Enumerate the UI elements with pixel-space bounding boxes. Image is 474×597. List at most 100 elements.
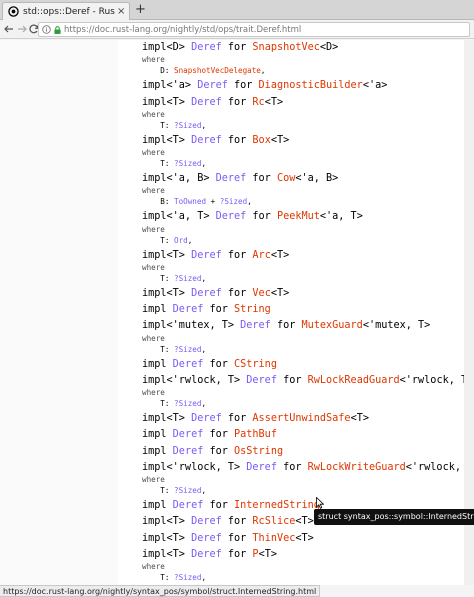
bound-link[interactable]: ?Sized (174, 399, 201, 408)
code-text: impl<T> (142, 96, 192, 108)
forward-arrow-icon[interactable] (16, 23, 28, 35)
code-text: impl (142, 445, 173, 457)
code-text: <T> (350, 413, 369, 425)
type-link[interactable]: Box (252, 135, 270, 146)
trait-link[interactable]: Deref (173, 500, 204, 511)
code-text: impl<'a> (142, 80, 198, 92)
where-clause: where (142, 334, 165, 343)
type-link[interactable]: String (234, 304, 271, 315)
page-viewport: impl<D> Deref for SnapshotVec<D> where D:… (0, 40, 474, 585)
bound-link[interactable]: ToOwned (174, 197, 206, 206)
impl-line: impl Deref for InternedString (142, 500, 320, 511)
bound-link[interactable]: ?Sized (174, 159, 201, 168)
code-text: for (221, 532, 253, 544)
type-link[interactable]: Vec (252, 288, 270, 299)
type-link[interactable]: RwLockReadGuard (308, 375, 400, 386)
type-link[interactable]: InternedString (234, 500, 320, 511)
tab-deref[interactable]: std::ops::Deref - Rust × (2, 2, 130, 20)
trait-link[interactable]: Deref (191, 250, 222, 261)
bound-link[interactable]: ?Sized (220, 197, 247, 206)
type-link[interactable]: PeekMut (277, 211, 320, 222)
code-text: <T> (258, 548, 277, 560)
trait-link[interactable]: Deref (173, 304, 204, 315)
code-text: T: (142, 399, 175, 408)
type-link[interactable]: CString (234, 359, 277, 370)
address-bar[interactable]: https://doc.rust-lang.org/nightly/std/op… (38, 22, 470, 37)
trait-link[interactable]: Deref (240, 320, 271, 331)
code-text: , (201, 344, 207, 354)
bound-link[interactable]: ?Sized (174, 274, 201, 283)
code-text: D: (142, 66, 175, 76)
bound-line: T: ?Sized, (142, 121, 206, 130)
new-tab-button[interactable]: + (135, 2, 146, 18)
trait-link[interactable]: Deref (191, 135, 222, 146)
bound-link[interactable]: ?Sized (174, 121, 201, 130)
trait-link[interactable]: Deref (197, 80, 228, 91)
code-text: B: (142, 197, 175, 207)
bound-link[interactable]: ?Sized (174, 573, 201, 582)
trait-link[interactable]: Deref (191, 288, 222, 299)
scrollbar[interactable] (464, 40, 474, 585)
bound-link[interactable]: SnapshotVecDelegate (174, 66, 261, 75)
code-text: impl<'rwlock, T> (142, 374, 247, 386)
trait-link[interactable]: Deref (173, 446, 204, 457)
back-arrow-icon[interactable] (3, 23, 15, 35)
type-link[interactable]: Cow (277, 173, 295, 184)
code-text: impl<'a, B> (142, 173, 216, 185)
where-clause: where (142, 263, 165, 272)
where-keyword: where (142, 262, 165, 272)
type-link[interactable]: ThinVec (252, 533, 295, 544)
trait-link[interactable]: Deref (246, 462, 277, 473)
info-icon[interactable] (42, 25, 51, 34)
rust-favicon-icon (8, 6, 19, 17)
type-link[interactable]: RwLockWriteGuard (308, 462, 406, 473)
where-keyword: where (142, 333, 165, 343)
trait-link[interactable]: Deref (216, 173, 247, 184)
trait-link[interactable]: Deref (191, 549, 222, 560)
code-text: , (247, 197, 252, 207)
code-text: impl<T> (142, 532, 192, 544)
type-link[interactable]: OsString (234, 446, 283, 457)
bound-link[interactable]: Ord (174, 236, 188, 245)
tab-title: std::ops::Deref - Rust (23, 6, 115, 17)
code-text: T: (142, 158, 175, 168)
impl-line: impl<T> Deref for Vec<T> (142, 288, 289, 299)
trait-link[interactable]: Deref (246, 375, 277, 386)
type-link[interactable]: DiagnosticBuilder (259, 80, 363, 91)
type-link[interactable]: MutexGuard (301, 320, 362, 331)
trait-link[interactable]: Deref (191, 413, 222, 424)
trait-link[interactable]: Deref (173, 429, 204, 440)
bound-line: T: ?Sized, (142, 573, 206, 582)
trait-link[interactable]: Deref (191, 97, 222, 108)
code-text: T: (142, 572, 175, 582)
bound-link[interactable]: ?Sized (174, 486, 201, 495)
type-link[interactable]: Rc (252, 97, 264, 108)
code-text: for (203, 429, 235, 441)
trait-link[interactable]: Deref (191, 516, 222, 527)
trait-link[interactable]: Deref (216, 211, 247, 222)
type-link[interactable]: AssertUnwindSafe (252, 413, 350, 424)
code-text: <T> (270, 134, 290, 146)
code-text: for (203, 445, 235, 457)
code-text: <D> (319, 42, 339, 53)
type-link[interactable]: SnapshotVec (252, 42, 319, 53)
type-link[interactable]: RcSlice (252, 516, 295, 527)
code-text: impl (142, 358, 173, 370)
code-text: <'mutex, T> (362, 320, 431, 332)
impl-line: impl<T> Deref for Box<T> (142, 135, 289, 146)
where-clause: where (142, 562, 165, 571)
type-link[interactable]: Arc (252, 250, 270, 261)
trait-link[interactable]: Deref (191, 42, 222, 53)
trait-link[interactable]: Deref (191, 533, 222, 544)
type-link[interactable]: PathBuf (234, 429, 277, 440)
code-text: impl<T> (142, 413, 192, 425)
trait-link[interactable]: Deref (173, 359, 204, 370)
lock-icon (54, 25, 61, 34)
tab-close-icon[interactable]: × (117, 6, 125, 17)
bound-link[interactable]: ?Sized (174, 345, 201, 354)
code-text: <'rwlock, T> (399, 374, 474, 386)
impl-line: impl<T> Deref for ThinVec<T> (142, 533, 314, 544)
hover-tooltip: struct syntax_pos::symbol::InternedStrin… (314, 509, 474, 525)
where-keyword: where (142, 475, 165, 484)
where-clause: where (142, 388, 165, 397)
